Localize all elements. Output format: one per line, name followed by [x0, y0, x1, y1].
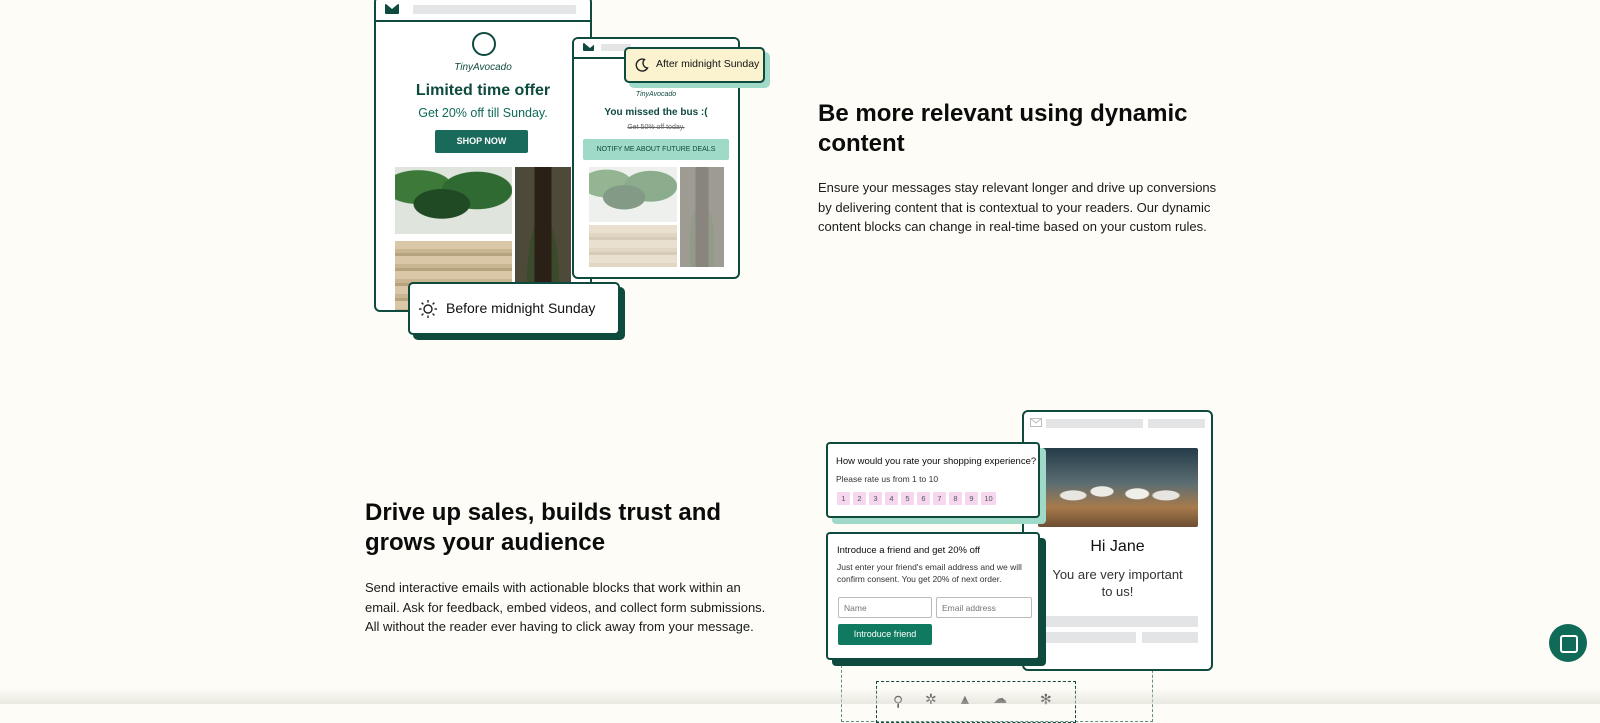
greeting-message: You are very important to us! — [1052, 567, 1183, 599]
rating-option-7[interactable]: 7 — [933, 492, 946, 505]
content-placeholder — [1142, 632, 1198, 643]
address-bar-placeholder — [1148, 419, 1205, 428]
sun-icon — [419, 300, 437, 318]
survey-hint: Please rate us from 1 to 10 — [836, 474, 939, 484]
greeting-name: Hi Jane — [1090, 538, 1145, 555]
email-header-bar — [376, 0, 590, 22]
referral-form-card: Introduce a friend and get 20% off Just … — [826, 532, 1040, 660]
after-midnight-label: After midnight Sunday — [656, 58, 760, 70]
introduce-friend-button[interactable]: Introduce friend — [838, 624, 932, 645]
moon-icon — [635, 58, 649, 72]
offer-title: You missed the bus :( — [604, 107, 708, 118]
rating-option-1[interactable]: 1 — [837, 492, 850, 505]
address-bar-placeholder — [1046, 419, 1143, 428]
envelope-icon — [583, 43, 596, 51]
rating-option-6[interactable]: 6 — [917, 492, 930, 505]
brand-name: TinyAvocado — [635, 91, 677, 98]
shop-now-button[interactable]: SHOP NOW — [435, 130, 528, 153]
email-preview-before: TinyAvocado Limited time offer Get 20% o… — [374, 0, 592, 312]
rating-option-4[interactable]: 4 — [885, 492, 898, 505]
rating-option-5[interactable]: 5 — [901, 492, 914, 505]
content-placeholder — [1038, 616, 1198, 627]
monstera-image — [589, 167, 677, 222]
interactive-emails-description: Send interactive emails with actionable … — [365, 580, 766, 634]
avocado-logo-icon — [472, 32, 496, 56]
rating-option-10[interactable]: 10 — [981, 492, 996, 505]
offer-title: Limited time offer — [415, 82, 551, 99]
before-midnight-label: Before midnight Sunday — [446, 300, 596, 316]
interactive-emails-heading: Drive up sales, builds trust and grows y… — [365, 499, 722, 556]
brand-name: TinyAvocado — [454, 62, 512, 73]
serum-bottle-image — [680, 167, 724, 267]
referral-text: Just enter your friend's email address a… — [837, 562, 1022, 584]
offer-subtitle: Get 50% off today. — [627, 124, 685, 131]
friend-name-input[interactable] — [838, 597, 932, 618]
rating-option-9[interactable]: 9 — [965, 492, 978, 505]
rating-option-3[interactable]: 3 — [869, 492, 882, 505]
address-bar-placeholder — [413, 5, 576, 14]
before-midnight-badge: Before midnight Sunday — [408, 282, 620, 335]
stormtroopers-photo — [1038, 448, 1198, 527]
rating-option-8[interactable]: 8 — [949, 492, 962, 505]
dynamic-content-heading: Be more relevant using dynamic content — [818, 100, 1188, 157]
dynamic-content-description: Ensure your messages stay relevant longe… — [818, 180, 1217, 234]
envelope-icon — [385, 4, 399, 14]
folded-towels-image — [589, 225, 677, 267]
envelope-icon — [1030, 418, 1042, 427]
rating-option-2[interactable]: 2 — [853, 492, 866, 505]
friend-email-input[interactable] — [936, 597, 1032, 618]
after-midnight-badge: After midnight Sunday — [624, 47, 765, 83]
monstera-image — [395, 167, 512, 234]
offer-subtitle: Get 20% off till Sunday. — [418, 106, 548, 120]
content-placeholder — [1038, 632, 1136, 643]
page-bottom-shadow — [0, 688, 1600, 704]
referral-title: Introduce a friend and get 20% off — [837, 545, 980, 556]
survey-question: How would you rate your shopping experie… — [836, 456, 1037, 467]
chat-launcher-button[interactable] — [1549, 624, 1587, 662]
notify-me-button[interactable]: NOTIFY ME ABOUT FUTURE DEALS — [583, 139, 729, 160]
personalized-email-card: Hi Jane You are very important to us! — [1022, 410, 1213, 671]
rating-survey-card: How would you rate your shopping experie… — [826, 442, 1040, 518]
